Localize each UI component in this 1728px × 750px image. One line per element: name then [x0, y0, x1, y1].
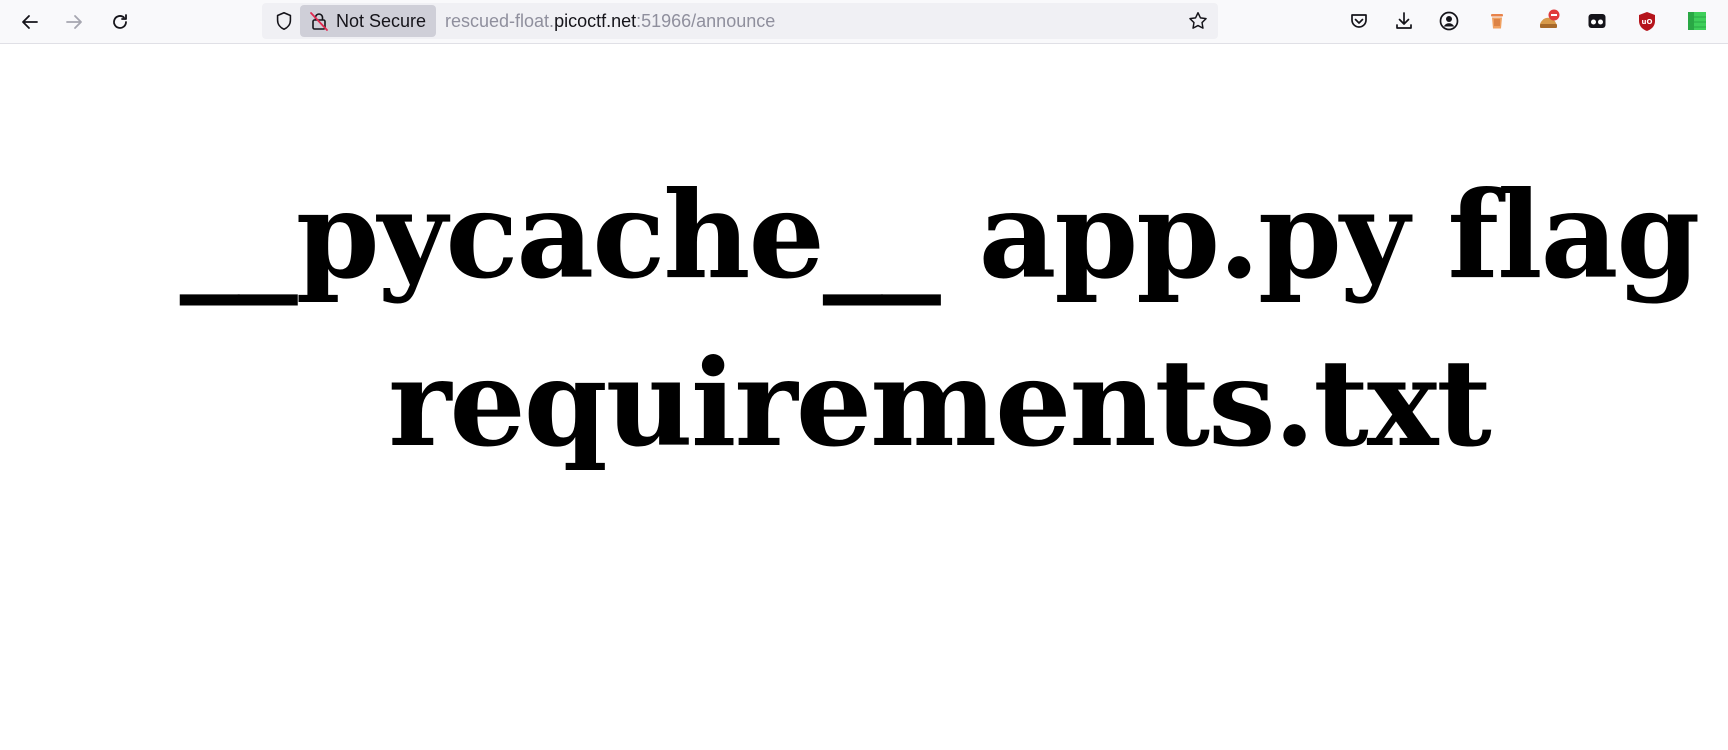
downloads-icon [1396, 12, 1412, 29]
mask-extension-button[interactable] [1582, 6, 1612, 36]
green-square-icon [1688, 12, 1706, 30]
tracking-protection-button[interactable] [272, 9, 296, 33]
page-heading: __pycache__ app.py flag requirements.txt [179, 165, 1701, 474]
ublock-icon: uO [1639, 12, 1655, 31]
url-text[interactable]: rescued-float.picoctf.net:51966/announce [445, 3, 775, 39]
back-icon [22, 15, 38, 29]
star-icon [1189, 12, 1207, 29]
trash-icon [1491, 14, 1503, 29]
insecure-lock-icon [310, 12, 328, 31]
shield-icon [276, 11, 292, 31]
forward-icon [66, 15, 82, 29]
account-button[interactable] [1434, 6, 1464, 36]
ublock-button[interactable]: uO [1632, 6, 1662, 36]
badge-icon [1540, 9, 1560, 28]
url-bar[interactable]: Not Secure rescued-float.picoctf.net:519… [262, 3, 1218, 39]
url-prefix: rescued-float. [445, 11, 555, 31]
account-icon [1439, 11, 1459, 31]
browser-toolbar: Not Secure rescued-float.picoctf.net:519… [0, 0, 1728, 44]
url-suffix: :51966/announce [636, 11, 776, 31]
not-secure-chip[interactable]: Not Secure [300, 5, 437, 37]
bookmark-button[interactable] [1186, 9, 1210, 33]
trash-extension-button[interactable] [1482, 6, 1512, 36]
forward-button[interactable] [56, 4, 92, 40]
downloads-button[interactable] [1389, 6, 1419, 36]
reload-button[interactable] [102, 4, 138, 40]
svg-text:uO: uO [1642, 18, 1653, 26]
back-button[interactable] [12, 4, 48, 40]
green-extension-button[interactable] [1682, 6, 1712, 36]
pocket-icon [1351, 14, 1367, 28]
url-host: picoctf.net [554, 11, 637, 31]
page-content: __pycache__ app.py flag requirements.txt [0, 44, 1728, 750]
security-label: Not Secure [336, 10, 427, 31]
pocket-button[interactable] [1344, 6, 1374, 36]
mask-icon [1588, 14, 1606, 28]
reload-icon [113, 14, 127, 29]
badge-extension-button[interactable] [1534, 6, 1564, 36]
